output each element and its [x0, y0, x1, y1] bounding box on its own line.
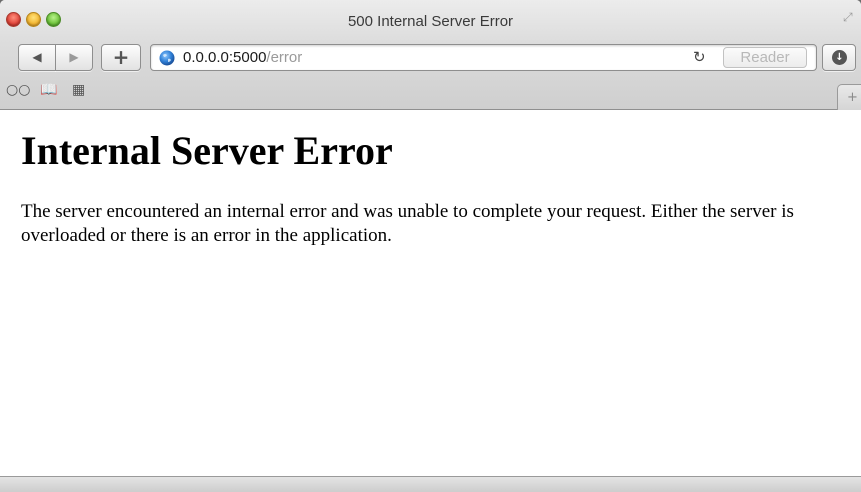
url-host: 0.0.0.0:5000: [183, 49, 267, 66]
bookmarks-bar: ○○ 📖 ▦: [0, 78, 861, 102]
bookmarks-icon[interactable]: 📖: [40, 82, 57, 98]
status-bar: [0, 476, 861, 492]
address-bar[interactable]: 0.0.0.0:5000/error ↻ Reader: [150, 44, 817, 71]
reload-icon[interactable]: ↻: [693, 48, 711, 68]
fullscreen-icon[interactable]: ⤢: [843, 10, 857, 24]
window-title: 500 Internal Server Error: [347, 13, 514, 30]
url-text[interactable]: 0.0.0.0:5000/error: [183, 49, 302, 66]
forward-button[interactable]: ▶: [55, 44, 93, 71]
add-tab-button[interactable]: +: [837, 84, 861, 111]
reading-list-icon[interactable]: ○○: [6, 82, 30, 98]
browser-chrome: 500 Internal Server Error ⤢ ◀ ▶ + 0.0.0.…: [0, 0, 861, 111]
title-bar: 500 Internal Server Error ⤢: [0, 0, 861, 42]
url-path: /error: [266, 49, 303, 66]
page-heading: Internal Server Error: [21, 128, 393, 173]
globe-icon: [159, 50, 175, 66]
new-tab-button[interactable]: +: [101, 44, 141, 71]
back-button[interactable]: ◀: [18, 44, 56, 71]
downloads-button[interactable]: ↓: [822, 44, 856, 71]
browser-window: 500 Internal Server Error ⤢ ◀ ▶ + 0.0.0.…: [0, 0, 861, 492]
top-sites-icon[interactable]: ▦: [72, 82, 85, 98]
download-icon: ↓: [832, 50, 847, 65]
reader-button[interactable]: Reader: [723, 47, 807, 68]
page-content: Internal Server Error The server encount…: [0, 110, 861, 476]
navigation-buttons: ◀ ▶: [18, 44, 93, 71]
error-message: The server encountered an internal error…: [21, 201, 794, 246]
